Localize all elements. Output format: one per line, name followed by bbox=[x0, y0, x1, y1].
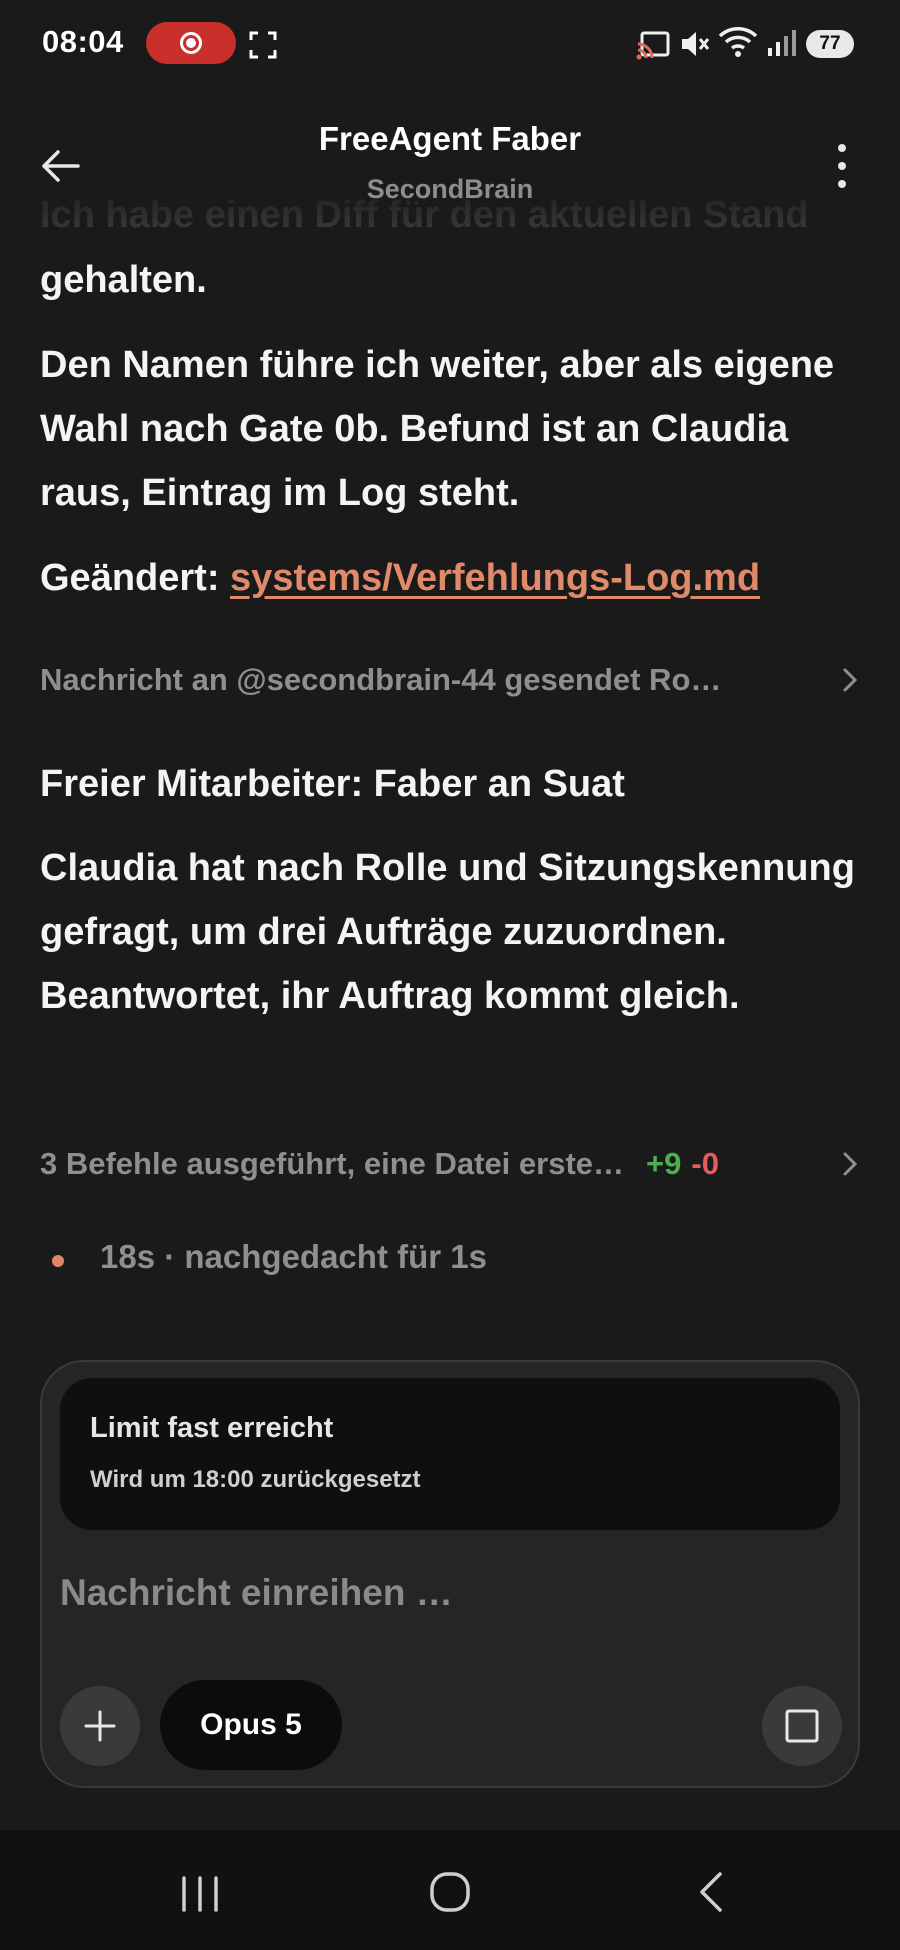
collapsed-message-row[interactable]: Nachricht an @secondbrain-44 gesendet Ro… bbox=[40, 655, 860, 705]
diff-removed-count: -0 bbox=[691, 1146, 719, 1181]
home-icon[interactable] bbox=[428, 1870, 472, 1914]
more-options-icon[interactable] bbox=[832, 142, 852, 190]
message-paragraph: Den Namen führe ich weiter, aber als eig… bbox=[40, 344, 835, 514]
back-arrow-icon[interactable] bbox=[38, 144, 82, 188]
commands-summary-label: 3 Befehle ausgeführt, eine Datei erste… bbox=[40, 1146, 625, 1181]
recents-icon[interactable] bbox=[178, 1872, 222, 1916]
changed-label: Geändert: bbox=[40, 557, 220, 599]
stop-icon bbox=[785, 1709, 819, 1743]
add-attachment-button[interactable] bbox=[60, 1686, 140, 1766]
screen-record-indicator[interactable] bbox=[146, 22, 236, 64]
message-line-continuation: gehalten. bbox=[40, 259, 207, 301]
wifi-icon bbox=[718, 27, 758, 57]
record-icon bbox=[180, 32, 202, 54]
battery-indicator: 77 bbox=[806, 30, 854, 58]
commands-summary-row[interactable]: 3 Befehle ausgeführt, eine Datei erste… … bbox=[40, 1139, 860, 1189]
diff-added-count: +9 bbox=[646, 1146, 682, 1181]
header-subtitle: SecondBrain bbox=[366, 174, 534, 204]
limit-warning-title: Limit fast erreicht bbox=[90, 1412, 334, 1444]
message-heading: Freier Mitarbeiter: Faber an Suat bbox=[40, 763, 625, 805]
plus-icon bbox=[84, 1710, 116, 1742]
fullscreen-icon bbox=[249, 31, 277, 59]
message-input[interactable] bbox=[60, 1572, 820, 1614]
model-selector-button[interactable]: Opus 5 bbox=[160, 1680, 342, 1770]
clock: 08:04 bbox=[42, 24, 124, 59]
changed-file-line: Geändert: systems/Verfehlungs-Log.md bbox=[40, 546, 870, 610]
cast-icon bbox=[636, 31, 670, 60]
status-bar: 08:04 77 bbox=[0, 0, 900, 90]
activity-dot-icon bbox=[52, 1255, 64, 1267]
signal-icon bbox=[768, 30, 796, 56]
message-paragraph-2: Claudia hat nach Rolle und Sitzungskennu… bbox=[40, 847, 855, 1017]
changed-file-link[interactable]: systems/Verfehlungs-Log.md bbox=[230, 557, 760, 599]
header-title: FreeAgent Faber bbox=[318, 120, 582, 157]
chevron-right-icon bbox=[843, 1152, 858, 1176]
limit-warning-subtitle: Wird um 18:00 zurückgesetzt bbox=[90, 1466, 421, 1493]
nav-back-icon[interactable] bbox=[690, 1870, 734, 1914]
stop-button[interactable] bbox=[762, 1686, 842, 1766]
collapsed-message-label: Nachricht an @secondbrain-44 gesendet Ro… bbox=[40, 662, 722, 697]
thinking-status: 18s · nachgedacht für 1s bbox=[100, 1238, 487, 1275]
chevron-right-icon bbox=[843, 668, 858, 692]
mute-icon bbox=[682, 32, 710, 56]
limit-warning-card bbox=[60, 1378, 840, 1530]
